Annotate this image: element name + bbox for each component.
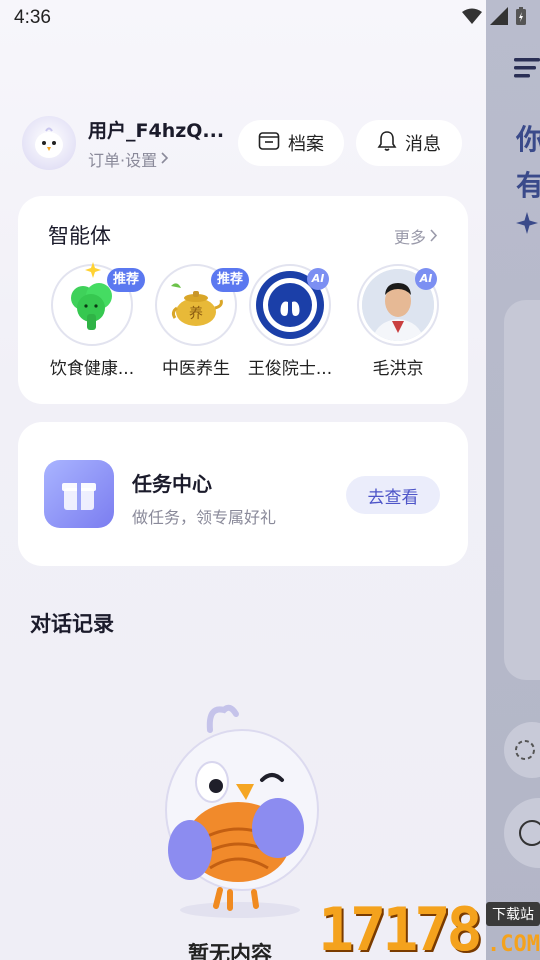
avatar[interactable]: [22, 116, 76, 170]
menu-icon[interactable]: [514, 56, 540, 84]
user-name[interactable]: 用户_F4hzQ...: [88, 116, 228, 143]
user-profile-row[interactable]: 用户_F4hzQ... 订单·设置 档案 消息: [22, 116, 464, 170]
agents-card: 智能体 更多 推荐 饮食健康... 养 推荐 中医养生 AI 王俊院士... A…: [18, 196, 468, 404]
background-card: [504, 300, 540, 680]
agents-more-link[interactable]: 更多: [394, 224, 438, 248]
background-mic-button[interactable]: [504, 798, 540, 868]
view-tasks-button[interactable]: 去查看: [346, 476, 440, 514]
folder-icon: [258, 131, 280, 156]
empty-state-text: 暂无内容: [188, 942, 272, 960]
messages-button[interactable]: 消息: [356, 120, 462, 166]
watermark-suffix: .COM: [487, 932, 540, 957]
gift-icon: [44, 460, 114, 528]
archive-label: 档案: [288, 134, 324, 155]
chevron-right-icon: [161, 149, 169, 168]
recommend-badge: 推荐: [106, 268, 145, 292]
background-main-page[interactable]: 你 有: [486, 0, 540, 960]
empty-state-mascot: [150, 700, 330, 924]
agent-label: 毛洪京: [372, 359, 424, 379]
ai-badge: AI: [307, 268, 329, 290]
background-action-button[interactable]: [504, 722, 540, 778]
sparkle-icon: [516, 212, 538, 238]
agents-title: 智能体: [48, 224, 111, 248]
orders-settings-label: 订单·设置: [88, 150, 158, 170]
agent-item-tcm[interactable]: 养 推荐 中医养生: [146, 264, 249, 379]
side-drawer: 用户_F4hzQ... 订单·设置 档案 消息 智能体 更多 推荐 饮食健康..…: [0, 0, 486, 960]
messages-label: 消息: [405, 134, 441, 155]
agent-label: 饮食健康...: [49, 359, 135, 379]
agent-item-mao-hongjing[interactable]: AI 毛洪京: [348, 264, 448, 379]
background-greeting-line2: 有: [516, 169, 540, 202]
signal-icon: [490, 7, 508, 29]
bell-icon: [377, 130, 397, 157]
status-time: 4:36: [14, 7, 51, 28]
background-greeting-line1: 你: [516, 123, 540, 156]
task-center-title: 任务中心: [132, 472, 212, 496]
task-center-subtitle: 做任务，领专属好礼: [132, 508, 277, 527]
watermark-digits: 17178: [318, 895, 483, 960]
status-bar: 4:36: [0, 0, 540, 36]
ai-badge: AI: [415, 268, 437, 290]
chevron-right-icon: [430, 227, 438, 246]
wifi-icon: [462, 8, 482, 28]
agent-item-diet-health[interactable]: 推荐 饮食健康...: [42, 262, 145, 379]
battery-icon: [516, 7, 526, 29]
watermark-tag: 下载站: [486, 902, 540, 926]
task-center-card[interactable]: 任务中心 做任务，领专属好礼 去查看: [18, 422, 468, 566]
agent-label: 中医养生: [162, 359, 230, 379]
agent-item-wang-jun[interactable]: AI 王俊院士...: [240, 264, 340, 379]
archive-button[interactable]: 档案: [238, 120, 344, 166]
more-label: 更多: [393, 228, 426, 247]
agent-label: 王俊院士...: [247, 359, 333, 379]
orders-settings-link[interactable]: 订单·设置: [88, 147, 228, 171]
watermark-logo: 17178 下载站 .COM: [318, 900, 540, 960]
teapot-char: 养: [189, 306, 203, 322]
sparkle-icon: [85, 262, 101, 282]
history-title: 对话记录: [30, 612, 114, 636]
